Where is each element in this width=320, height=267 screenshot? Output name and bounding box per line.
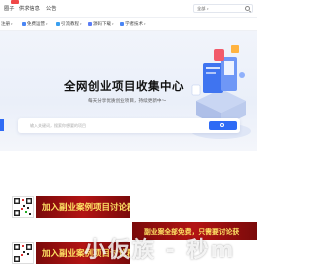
category-item-tech[interactable]: 学者技术 ▾ [120, 21, 146, 27]
hero-section: 全网创业项目收集中心 每天分享优质创业项目，持续更新中～ 输入关键词，搜索你想要… [0, 31, 257, 151]
search-icon[interactable] [245, 6, 250, 11]
top-search-box[interactable]: 全部 ▾ [193, 4, 253, 13]
nav-link-notice[interactable]: 公告 [46, 5, 56, 12]
category-label: 学者技术 [125, 22, 143, 27]
hero-subtitle: 每天分享优质创业项目，持续更新中～ [88, 99, 167, 104]
search-scope-select[interactable]: 全部 [197, 6, 205, 12]
category-label: 注册 [1, 22, 10, 27]
category-icon [120, 22, 124, 26]
category-label: 免费运营 [27, 22, 45, 27]
nav-link-circle[interactable]: 圈子 [4, 5, 14, 12]
chevron-down-icon: ▾ [144, 22, 146, 26]
category-icon [56, 22, 60, 26]
category-item-source[interactable]: 源码下载 ▾ [88, 21, 114, 27]
category-item-register[interactable]: 注册 ▾ [1, 21, 13, 27]
chevron-down-icon: ▾ [46, 22, 48, 26]
top-nav: 圈子 供求信息 公告 全部 ▾ [0, 0, 257, 17]
hero-title: 全网创业项目收集中心 [64, 79, 184, 93]
category-label: 引流教程 [61, 22, 79, 27]
category-icon [22, 22, 26, 26]
chevron-down-icon: ▾ [11, 22, 13, 26]
hero-search-box: 输入关键词，搜索你想要的项目 [18, 118, 240, 133]
hero-search-input[interactable]: 输入关键词，搜索你想要的项目 [30, 123, 86, 129]
category-item-traffic[interactable]: 引流教程 ▾ [56, 21, 82, 27]
category-item-ops[interactable]: 免费运营 ▾ [22, 21, 48, 27]
category-icon [88, 22, 92, 26]
chevron-down-icon: ▾ [207, 7, 209, 11]
nav-link-supply[interactable]: 供求信息 [19, 5, 40, 12]
promo-banner-join-group[interactable]: 加入副业案例项目讨论群 [36, 196, 130, 218]
category-bar: 注册 ▾ 免费运营 ▾ 引流教程 ▾ 源码下载 ▾ 学者技术 ▾ [0, 17, 257, 31]
hero-illustration [191, 45, 251, 139]
side-stripe [0, 119, 4, 131]
hot-badge [11, 0, 19, 4]
chevron-down-icon: ▾ [112, 22, 114, 26]
qr-code-image [12, 196, 34, 218]
category-label: 源码下载 [93, 22, 111, 27]
hero-search-button[interactable] [209, 121, 237, 130]
watermark-text: 小仮族 - 秒m [84, 238, 236, 263]
qr-code-image [12, 242, 34, 264]
promo-banner-text: 加入副业案例项目讨论群 [42, 203, 130, 213]
search-icon [220, 123, 224, 127]
chevron-down-icon: ▾ [80, 22, 82, 26]
